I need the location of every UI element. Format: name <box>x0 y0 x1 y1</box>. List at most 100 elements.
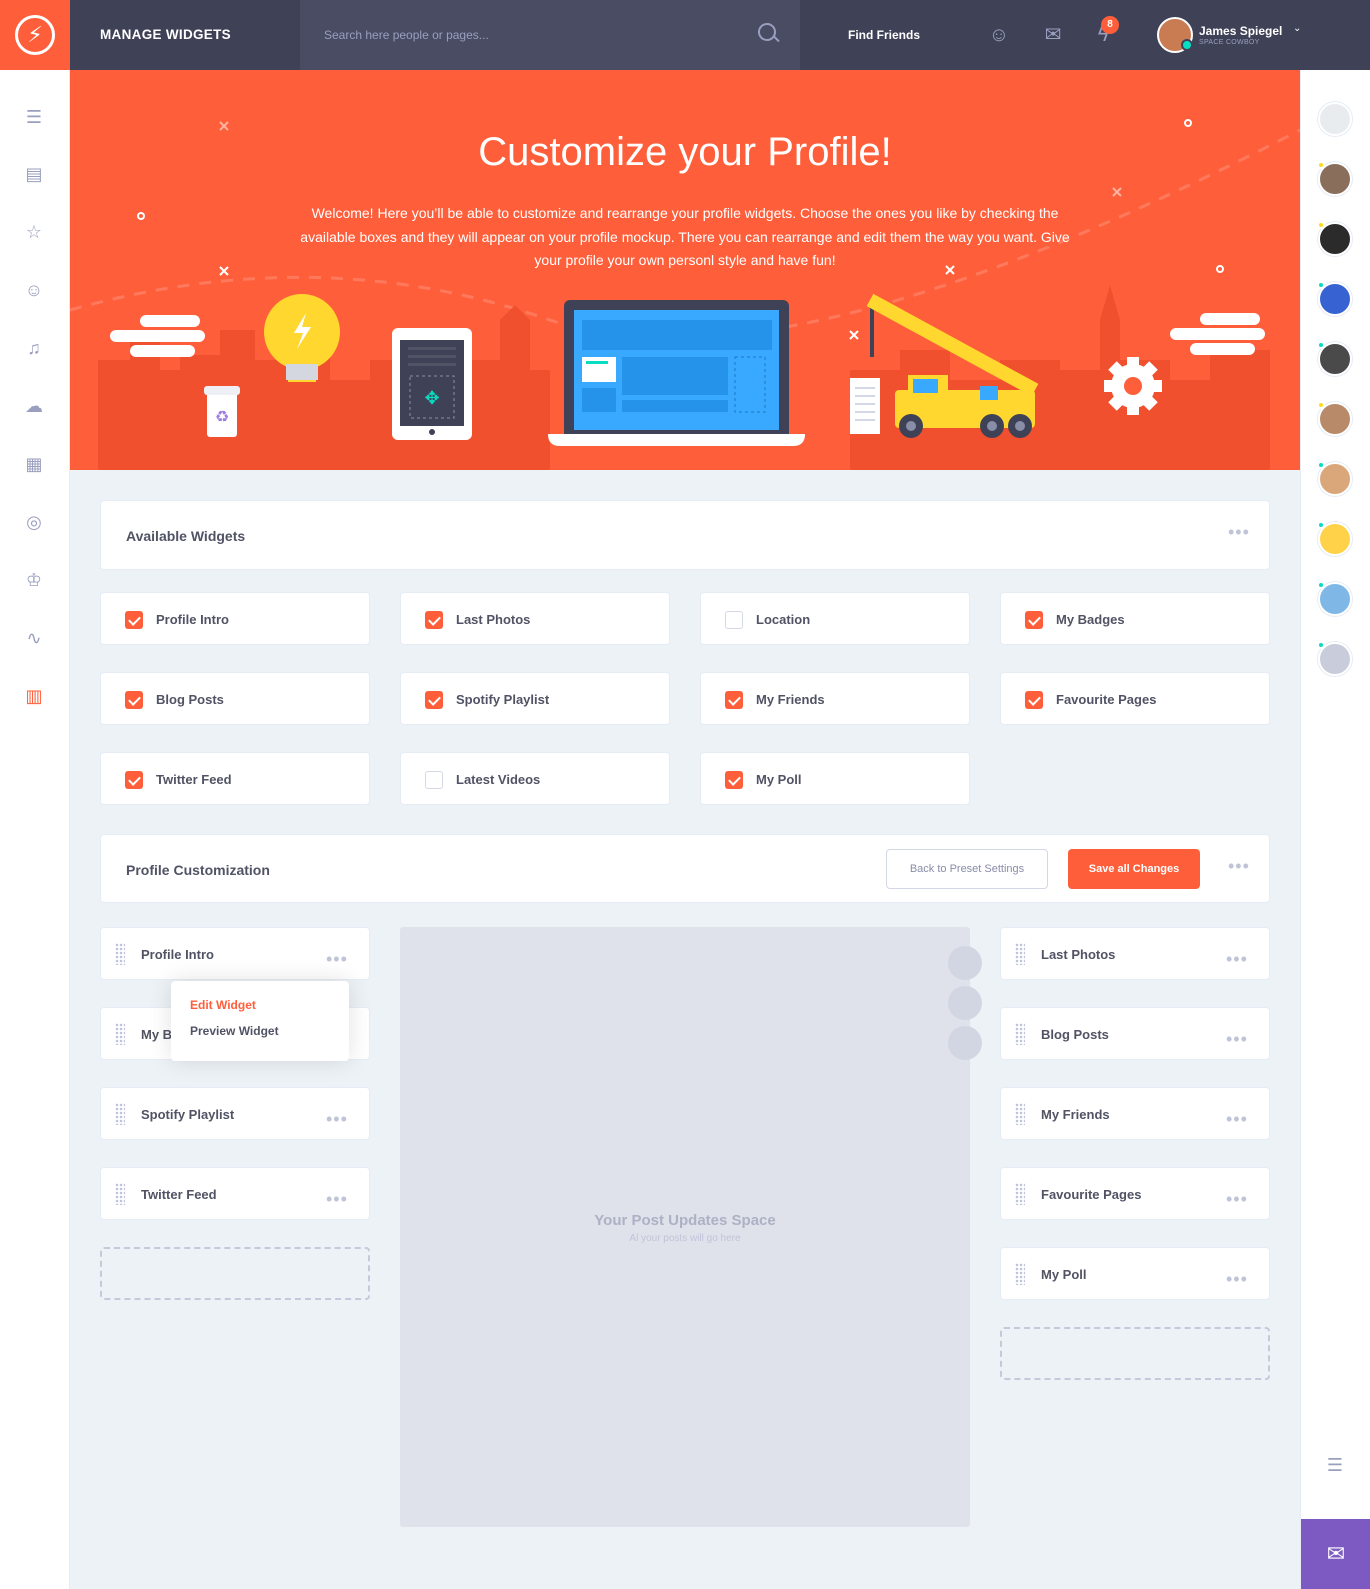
drag-handle-icon[interactable] <box>1015 943 1025 965</box>
more-options-icon[interactable]: ••• <box>1226 950 1248 968</box>
widget-label: Spotify Playlist <box>456 692 550 707</box>
drag-handle-icon[interactable] <box>115 1023 125 1045</box>
widget-checkbox-item[interactable]: My Badges <box>1000 592 1270 645</box>
widget-dropdown-menu: Edit Widget Preview Widget <box>171 981 349 1061</box>
friend-avatar[interactable] <box>1317 161 1352 196</box>
more-options-icon[interactable]: ••• <box>1226 1030 1248 1048</box>
friend-avatar[interactable] <box>1317 641 1352 676</box>
widget-label: Favourite Pages <box>1041 1187 1142 1202</box>
friend-avatar[interactable] <box>1317 581 1352 616</box>
post-space-title: Your Post Updates Space <box>594 1212 776 1229</box>
widget-checkbox-item[interactable]: Last Photos <box>400 592 670 645</box>
edit-widget-option[interactable]: Edit Widget <box>190 998 256 1012</box>
widget-checkbox-item[interactable]: Profile Intro <box>100 592 370 645</box>
drag-handle-icon[interactable] <box>1015 1103 1025 1125</box>
friend-avatar[interactable] <box>1317 461 1352 496</box>
draggable-widget[interactable]: My Friends ••• <box>1000 1087 1270 1140</box>
friend-avatar[interactable] <box>1317 341 1352 376</box>
widget-checkbox-item[interactable]: Spotify Playlist <box>400 672 670 725</box>
calendar-icon[interactable]: ▦ <box>22 452 46 476</box>
drag-handle-icon[interactable] <box>115 1103 125 1125</box>
star-icon[interactable]: ☆ <box>22 220 46 244</box>
draggable-widget[interactable]: Spotify Playlist ••• <box>100 1087 370 1140</box>
widget-checkbox-item[interactable]: Location <box>700 592 970 645</box>
search-icon[interactable] <box>758 23 776 41</box>
happy-face-icon[interactable]: ☺ <box>22 278 46 302</box>
drag-handle-icon[interactable] <box>1015 1023 1025 1045</box>
widget-drop-zone[interactable] <box>1000 1327 1270 1380</box>
more-options-icon[interactable]: ••• <box>326 1110 348 1128</box>
newsfeed-icon[interactable]: ▤ <box>22 162 46 186</box>
widget-checkbox-item[interactable]: Blog Posts <box>100 672 370 725</box>
widget-drop-zone[interactable] <box>100 1247 370 1300</box>
widget-checkbox-item[interactable]: Latest Videos <box>400 752 670 805</box>
draggable-widget[interactable]: Blog Posts ••• <box>1000 1007 1270 1060</box>
checkbox[interactable] <box>125 771 143 789</box>
top-bar: ⚡ MANAGE WIDGETS Find Friends ☺ ✉ ϟ 8 Ja… <box>0 0 1370 70</box>
column-tab[interactable] <box>948 986 982 1020</box>
friend-avatar[interactable] <box>1317 521 1352 556</box>
messages-icon[interactable]: ✉ <box>1040 22 1066 48</box>
friend-avatar[interactable] <box>1318 102 1352 136</box>
stats-icon[interactable]: ∿ <box>22 626 46 650</box>
drag-handle-icon[interactable] <box>1015 1183 1025 1205</box>
checkbox[interactable] <box>1025 691 1043 709</box>
badge-icon[interactable]: ◎ <box>22 510 46 534</box>
draggable-widget[interactable]: Twitter Feed ••• <box>100 1167 370 1220</box>
checkbox[interactable] <box>425 691 443 709</box>
more-options-icon[interactable]: ••• <box>1228 857 1250 875</box>
widget-label: Last Photos <box>1041 947 1116 962</box>
more-options-icon[interactable]: ••• <box>326 950 348 968</box>
draggable-widget[interactable]: Profile Intro ••• <box>100 927 370 980</box>
draggable-widget[interactable]: My Poll ••• <box>1000 1247 1270 1300</box>
drag-handle-icon[interactable] <box>115 1183 125 1205</box>
search-input[interactable] <box>324 24 744 46</box>
checkbox[interactable] <box>425 771 443 789</box>
widget-checkbox-item[interactable]: Favourite Pages <box>1000 672 1270 725</box>
checkbox[interactable] <box>125 611 143 629</box>
widget-checkbox-item[interactable]: My Poll <box>700 752 970 805</box>
draggable-widget[interactable]: Favourite Pages ••• <box>1000 1167 1270 1220</box>
chat-button[interactable]: ✉ <box>1301 1519 1370 1589</box>
app-logo[interactable]: ⚡ <box>0 0 70 70</box>
checkbox[interactable] <box>125 691 143 709</box>
menu-icon[interactable]: ☰ <box>22 105 46 129</box>
find-friends-link[interactable]: Find Friends <box>848 28 920 42</box>
checkbox[interactable] <box>725 691 743 709</box>
checkbox[interactable] <box>1025 611 1043 629</box>
friend-avatar[interactable] <box>1317 401 1352 436</box>
user-avatar[interactable] <box>1157 17 1193 53</box>
chevron-down-icon[interactable]: ⌄ <box>1293 23 1301 34</box>
more-options-icon[interactable]: ••• <box>1226 1110 1248 1128</box>
widget-label: My Poll <box>1041 1267 1087 1282</box>
column-tab[interactable] <box>948 946 982 980</box>
save-changes-button[interactable]: Save all Changes <box>1068 849 1200 889</box>
preview-widget-option[interactable]: Preview Widget <box>190 1024 279 1038</box>
widget-label: Profile Intro <box>156 612 229 627</box>
widget-checkbox-item[interactable]: My Friends <box>700 672 970 725</box>
drag-handle-icon[interactable] <box>115 943 125 965</box>
drag-handle-icon[interactable] <box>1015 1263 1025 1285</box>
manage-widgets-icon[interactable]: ▥ <box>22 684 46 708</box>
search-bar <box>300 0 800 70</box>
checkbox[interactable] <box>425 611 443 629</box>
headphones-icon[interactable]: ♫ <box>22 336 46 360</box>
column-tab[interactable] <box>948 1026 982 1060</box>
back-to-preset-button[interactable]: Back to Preset Settings <box>886 849 1048 889</box>
menu-icon[interactable]: ☰ <box>1323 1453 1347 1477</box>
user-name[interactable]: James Spiegel <box>1199 24 1282 38</box>
checkbox[interactable] <box>725 611 743 629</box>
friend-avatar[interactable] <box>1317 281 1352 316</box>
more-options-icon[interactable]: ••• <box>1226 1190 1248 1208</box>
more-options-icon[interactable]: ••• <box>326 1190 348 1208</box>
more-options-icon[interactable]: ••• <box>1228 523 1250 541</box>
widget-checkbox-item[interactable]: Twitter Feed <box>100 752 370 805</box>
cupcake-icon[interactable]: ♔ <box>22 568 46 592</box>
checkbox[interactable] <box>725 771 743 789</box>
weather-icon[interactable]: ☁ <box>22 394 46 418</box>
draggable-widget[interactable]: Last Photos ••• <box>1000 927 1270 980</box>
friend-avatar[interactable] <box>1317 221 1352 256</box>
friend-requests-icon[interactable]: ☺ <box>986 22 1012 48</box>
widget-label: Blog Posts <box>1041 1027 1109 1042</box>
more-options-icon[interactable]: ••• <box>1226 1270 1248 1288</box>
